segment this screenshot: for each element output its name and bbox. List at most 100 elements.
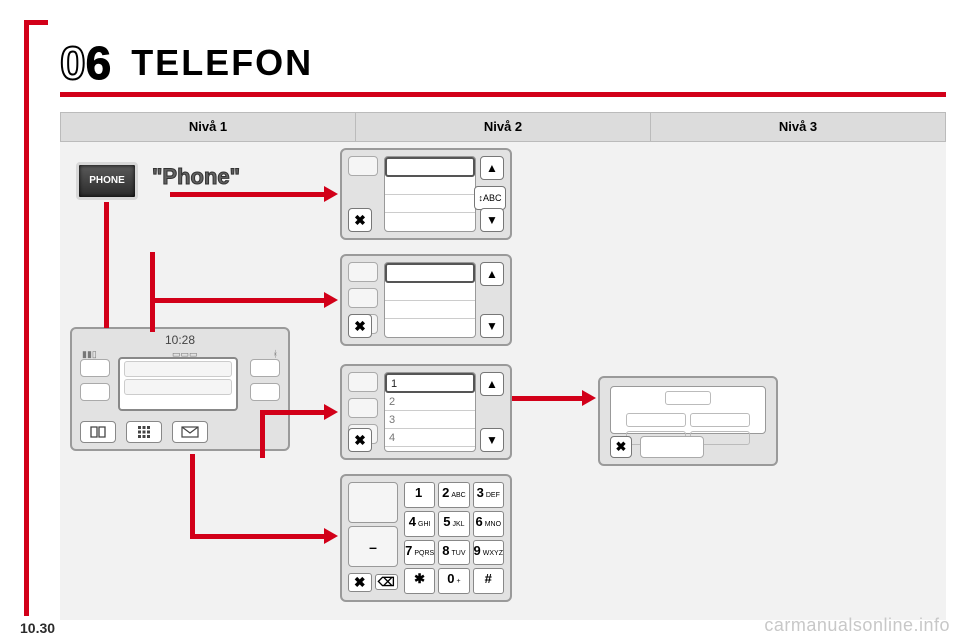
- keypad-grid: 1 2ABC 3DEF 4GHI 5JKL 6MNO 7PQRS 8TUV 9W…: [404, 482, 504, 594]
- close-button[interactable]: ✖: [348, 573, 372, 592]
- arrow: [260, 410, 326, 415]
- key-6[interactable]: 6MNO: [473, 511, 504, 537]
- list-item[interactable]: 2: [385, 393, 475, 411]
- list-item[interactable]: 1: [385, 373, 475, 393]
- page: 06 TELEFON Nivå 1 Nivå 2 Nivå 3 PHONE "P…: [0, 0, 960, 640]
- bottom-button-row: [80, 421, 208, 443]
- call-log-panel: ✖ ▲ ▼: [340, 254, 512, 346]
- close-button[interactable]: ✖: [348, 314, 372, 338]
- level-header-bar: Nivå 1 Nivå 2 Nivå 3: [60, 112, 946, 142]
- scroll-down-button[interactable]: ▼: [480, 314, 504, 338]
- content-area: PHONE "Phone" 10:28 ▮▮▯ ▭▭▭ ᚼ: [60, 142, 946, 620]
- display-field: [348, 482, 398, 523]
- tab[interactable]: [348, 288, 378, 308]
- chapter-number-main: 6: [86, 37, 112, 89]
- field: [665, 391, 711, 405]
- arrow: [190, 454, 195, 536]
- key-hash[interactable]: #: [473, 568, 504, 594]
- scroll-up-button[interactable]: ▲: [480, 262, 504, 286]
- abc-sort-button[interactable]: ↕ABC: [474, 186, 506, 210]
- chapter-number-leading: 0: [60, 37, 86, 89]
- right-softkey-1[interactable]: [250, 359, 280, 377]
- level-1-header: Nivå 1: [61, 113, 356, 141]
- title-row: 06 TELEFON: [60, 36, 313, 90]
- tab[interactable]: [348, 262, 378, 282]
- chapter-number: 06: [60, 36, 111, 90]
- messages-list: 1 2 3 4: [384, 372, 476, 452]
- key-7[interactable]: 7PQRS: [404, 540, 435, 566]
- arrow-head-icon: [324, 292, 338, 308]
- contacts-panel: ✖ ▲ ↕ABC ▼: [340, 148, 512, 240]
- key-9[interactable]: 9WXYZ: [473, 540, 504, 566]
- arrow: [260, 410, 265, 458]
- detail-fields: [610, 386, 766, 434]
- left-softkeys: [80, 359, 110, 407]
- list-item[interactable]: [385, 195, 475, 213]
- keypad-icon[interactable]: [126, 421, 162, 443]
- list-item[interactable]: [385, 263, 475, 283]
- list-item[interactable]: [385, 283, 475, 301]
- dial-keypad-panel: – ✖ ⌫ 1 2ABC 3DEF 4GHI 5JKL 6MNO 7PQRS 8…: [340, 474, 512, 602]
- abc-label: ABC: [483, 193, 502, 203]
- page-title: TELEFON: [131, 42, 313, 84]
- backspace-button[interactable]: ⌫: [375, 574, 399, 590]
- head-unit-screen: [118, 357, 238, 411]
- right-softkey-2[interactable]: [250, 383, 280, 401]
- arrow: [190, 534, 326, 539]
- left-tabs: [348, 156, 378, 176]
- phone-label: "Phone": [152, 164, 240, 190]
- right-softkeys: [250, 359, 280, 407]
- key-0[interactable]: 0+: [438, 568, 469, 594]
- close-button[interactable]: ✖: [348, 428, 372, 452]
- level-2-header: Nivå 2: [356, 113, 651, 141]
- list-item[interactable]: [385, 177, 475, 195]
- list-item[interactable]: 3: [385, 411, 475, 429]
- scroll-up-button[interactable]: ▲: [480, 372, 504, 396]
- message-detail-panel: ✖: [598, 376, 778, 466]
- messages-icon[interactable]: [172, 421, 208, 443]
- call-log-list: [384, 262, 476, 338]
- left-softkey-2[interactable]: [80, 383, 110, 401]
- field: [626, 413, 686, 427]
- clock: 10:28: [72, 333, 288, 347]
- list-item[interactable]: [385, 157, 475, 177]
- arrow: [150, 298, 326, 303]
- watermark: carmanualsonline.info: [764, 615, 950, 636]
- scroll-down-button[interactable]: ▼: [480, 428, 504, 452]
- key-3[interactable]: 3DEF: [473, 482, 504, 508]
- arrow: [170, 192, 326, 197]
- tab[interactable]: [348, 372, 378, 392]
- key-4[interactable]: 4GHI: [404, 511, 435, 537]
- arrow: [150, 252, 155, 332]
- arrow: [104, 202, 109, 328]
- keypad-left-column: – ✖ ⌫: [348, 482, 398, 594]
- key-8[interactable]: 8TUV: [438, 540, 469, 566]
- action-button[interactable]: [640, 436, 704, 458]
- left-softkey-1[interactable]: [80, 359, 110, 377]
- arrow-head-icon: [324, 404, 338, 420]
- list-item[interactable]: [385, 301, 475, 319]
- red-bracket-decoration: [24, 20, 48, 616]
- tab[interactable]: [348, 156, 378, 176]
- scroll-up-button[interactable]: ▲: [480, 156, 504, 180]
- scroll-down-button[interactable]: ▼: [480, 208, 504, 232]
- head-unit: 10:28 ▮▮▯ ▭▭▭ ᚼ: [70, 327, 290, 451]
- list-item[interactable]: 4: [385, 429, 475, 447]
- key-5[interactable]: 5JKL: [438, 511, 469, 537]
- key-1[interactable]: 1: [404, 482, 435, 508]
- screen-row: [124, 361, 232, 377]
- messages-panel: 1 2 3 4 ✖ ▲ ▼: [340, 364, 512, 460]
- phone-hardware-button[interactable]: PHONE: [76, 162, 138, 200]
- key-star[interactable]: ✱: [404, 568, 435, 594]
- field: [690, 413, 750, 427]
- tab[interactable]: [348, 398, 378, 418]
- dash-key[interactable]: –: [348, 526, 398, 567]
- page-number: 10.30: [20, 620, 55, 636]
- arrow-head-icon: [324, 528, 338, 544]
- screen-row: [124, 379, 232, 395]
- phonebook-icon[interactable]: [80, 421, 116, 443]
- key-2[interactable]: 2ABC: [438, 482, 469, 508]
- close-button[interactable]: ✖: [610, 436, 632, 458]
- close-button[interactable]: ✖: [348, 208, 372, 232]
- arrow-head-icon: [582, 390, 596, 406]
